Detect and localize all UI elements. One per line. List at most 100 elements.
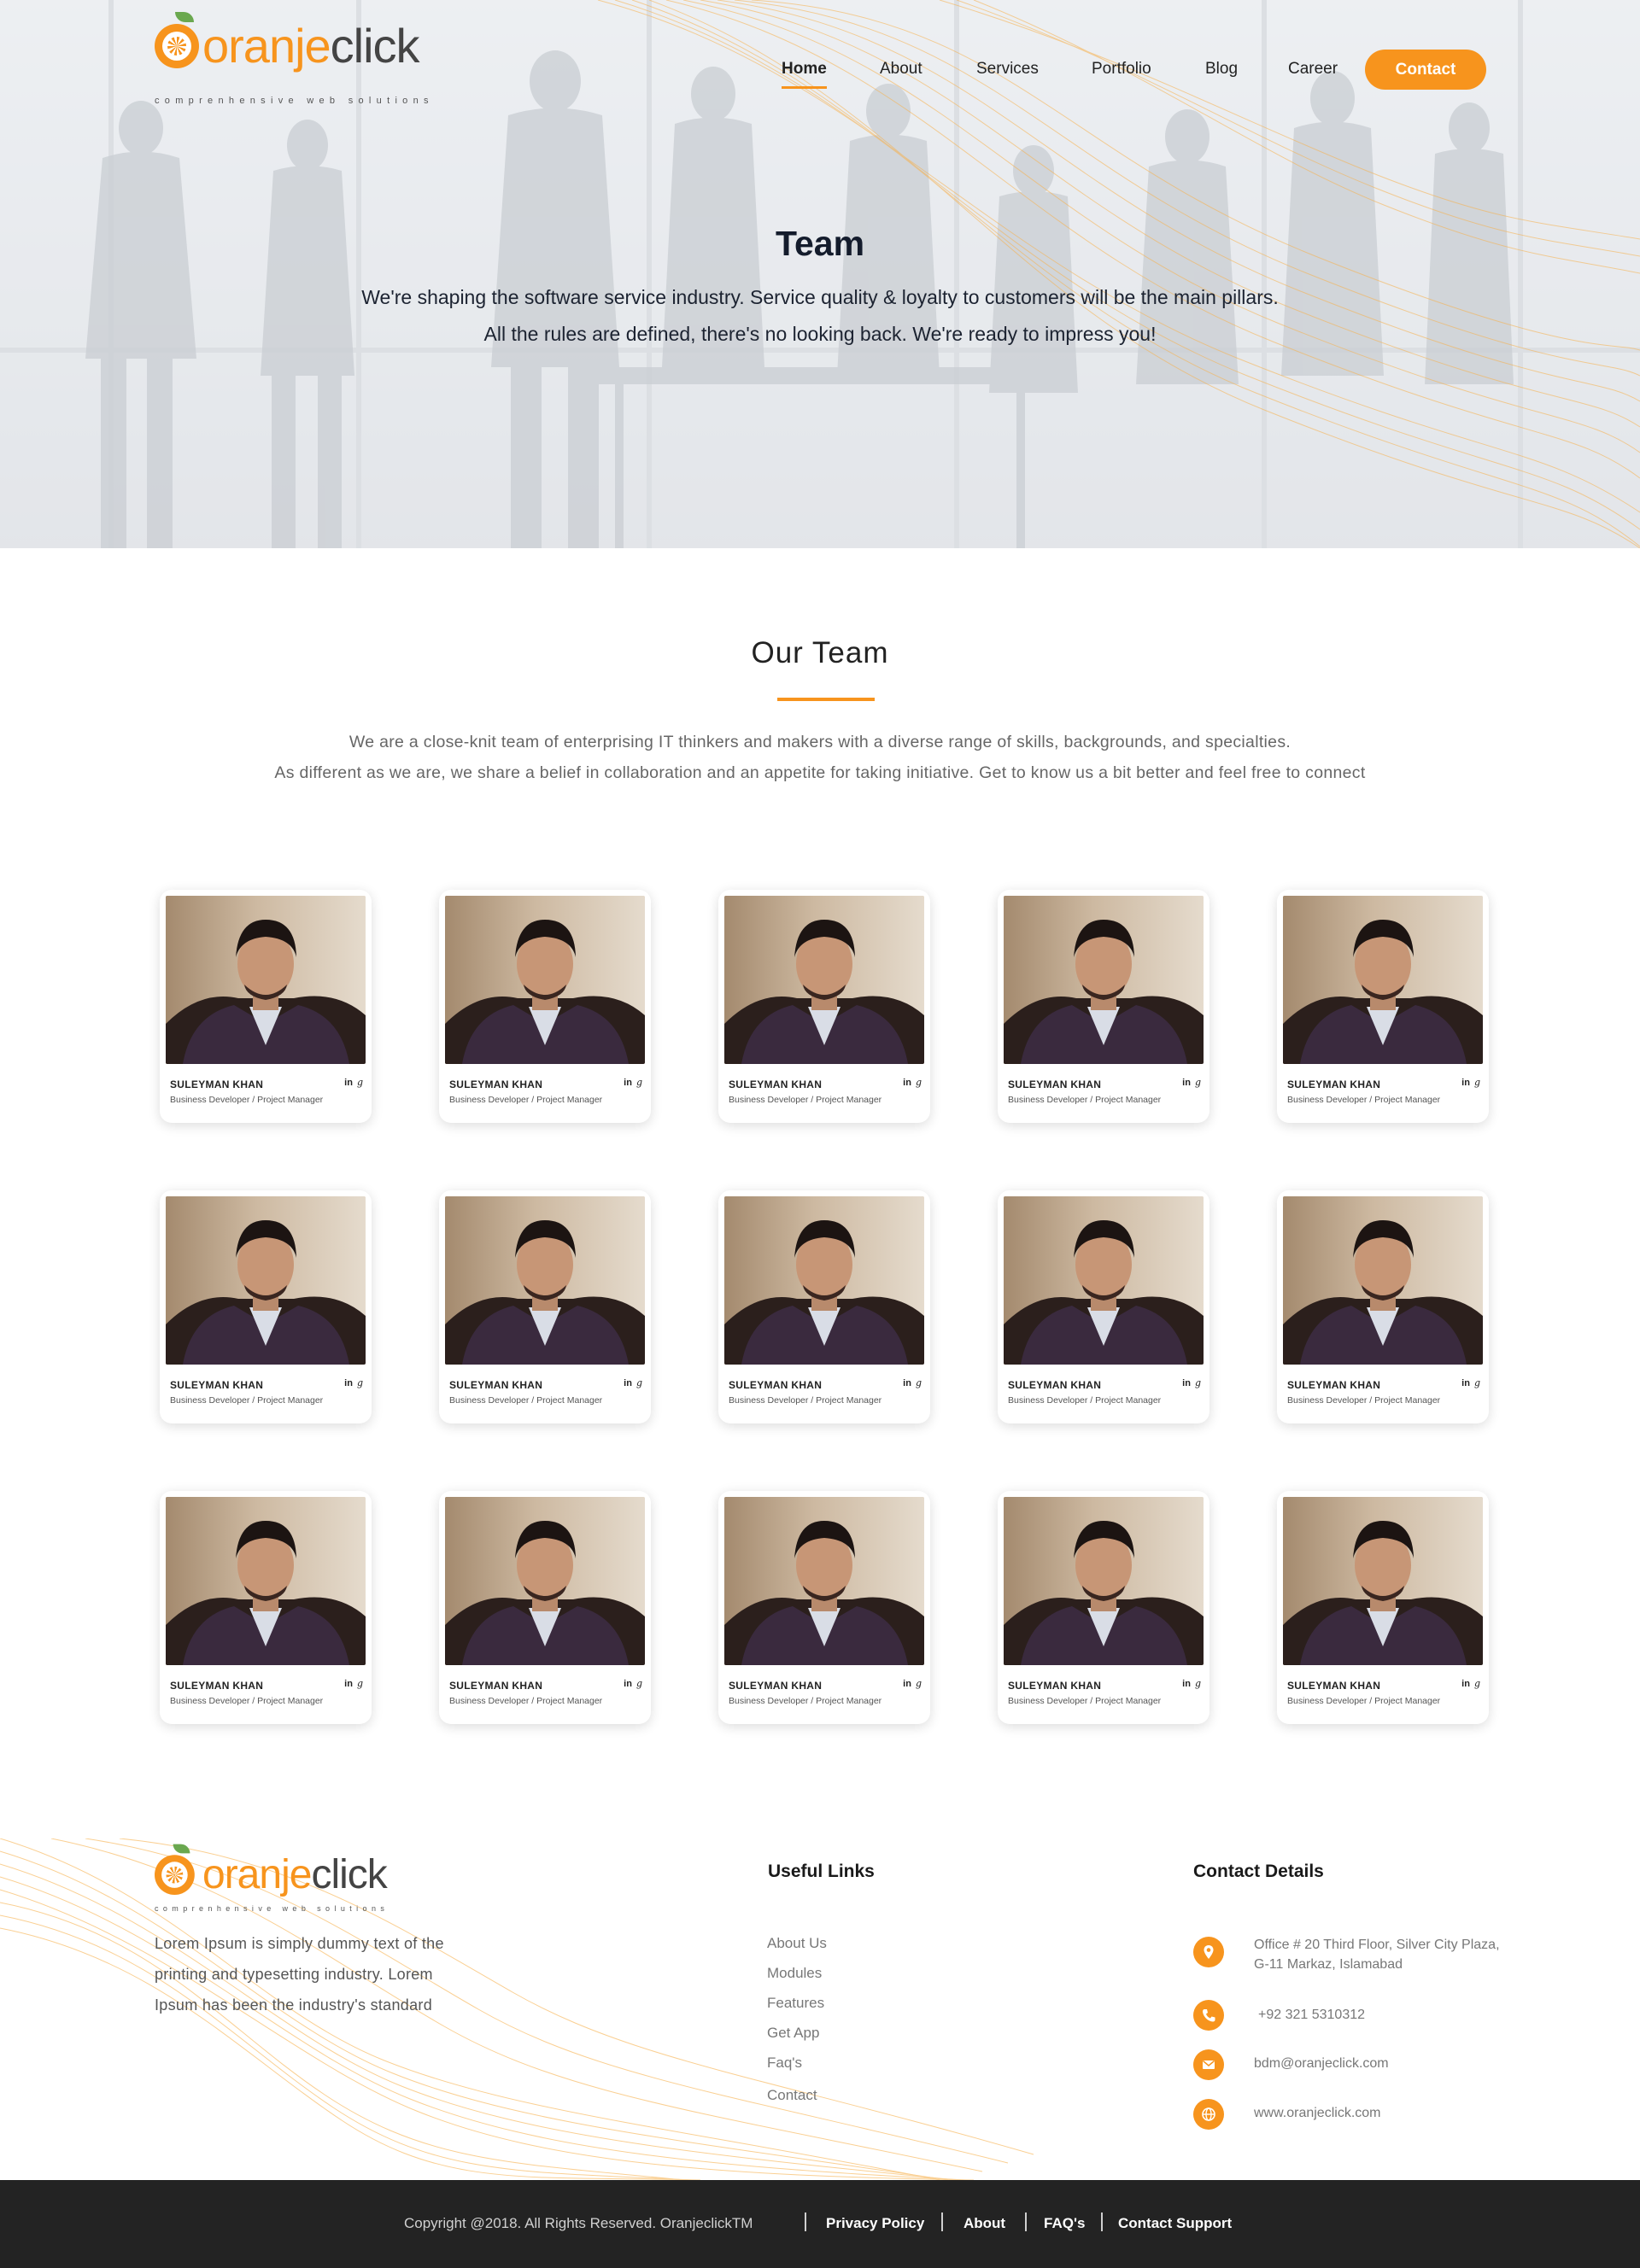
- nav-home[interactable]: Home: [782, 60, 827, 89]
- member-name: SULEYMAN KHAN: [1287, 1680, 1381, 1692]
- contact-button[interactable]: Contact: [1365, 50, 1486, 90]
- brand-logo[interactable]: oranjeclick comprenhensive web solutions: [155, 12, 429, 106]
- team-member-card[interactable]: SULEYMAN KHAN Business Developer / Projec…: [998, 890, 1210, 1123]
- member-photo-frame: [166, 896, 366, 1064]
- team-member-card[interactable]: SULEYMAN KHAN Business Developer / Projec…: [160, 890, 372, 1123]
- nav-blog[interactable]: Blog: [1205, 60, 1238, 79]
- nav-about[interactable]: About: [880, 60, 922, 79]
- google-icon[interactable]: g: [916, 1077, 922, 1088]
- section-description-line2: As different as we are, we share a belie…: [274, 763, 1366, 782]
- divider: [1025, 2212, 1027, 2231]
- member-name: SULEYMAN KHAN: [449, 1379, 543, 1391]
- brand-name-gray: click: [330, 19, 420, 73]
- member-photo: [1004, 1196, 1204, 1365]
- divider: [941, 2212, 943, 2231]
- linkedin-icon[interactable]: in: [1461, 1078, 1470, 1088]
- footer-link-modules[interactable]: Modules: [767, 1965, 822, 1982]
- member-role: Business Developer / Project Manager: [1008, 1696, 1162, 1706]
- linkedin-icon[interactable]: in: [1461, 1679, 1470, 1689]
- member-role: Business Developer / Project Manager: [729, 1395, 882, 1406]
- linkedin-icon[interactable]: in: [344, 1679, 353, 1689]
- bottom-link-privacy-policy[interactable]: Privacy Policy: [826, 2215, 924, 2232]
- linkedin-icon[interactable]: in: [903, 1078, 911, 1088]
- member-role: Business Developer / Project Manager: [1008, 1395, 1162, 1406]
- phone-icon: [1193, 2000, 1224, 2031]
- google-icon[interactable]: g: [916, 1377, 922, 1388]
- team-member-card[interactable]: SULEYMAN KHAN Business Developer / Projec…: [439, 1190, 651, 1423]
- member-name: SULEYMAN KHAN: [449, 1680, 543, 1692]
- google-icon[interactable]: g: [1474, 1678, 1480, 1689]
- footer-link-contact[interactable]: Contact: [767, 2087, 817, 2104]
- contact-website[interactable]: www.oranjeclick.com: [1254, 2103, 1380, 2123]
- team-member-card[interactable]: SULEYMAN KHAN Business Developer / Projec…: [1277, 1491, 1489, 1724]
- google-icon[interactable]: g: [636, 1377, 642, 1388]
- member-photo: [166, 1497, 366, 1665]
- contact-address: Office # 20 Third Floor, Silver City Pla…: [1254, 1935, 1500, 1974]
- linkedin-icon[interactable]: in: [624, 1078, 632, 1088]
- footer-about-text: Lorem Ipsum is simply dummy text of the …: [155, 1935, 444, 2014]
- linkedin-icon[interactable]: in: [1182, 1078, 1191, 1088]
- footer-logo[interactable]: oranjeclick comprenhensive web solutions: [155, 1844, 388, 1913]
- member-name: SULEYMAN KHAN: [449, 1078, 543, 1090]
- nav-career[interactable]: Career: [1288, 60, 1338, 79]
- member-role: Business Developer / Project Manager: [449, 1095, 603, 1105]
- bottom-link-contact-support[interactable]: Contact Support: [1118, 2215, 1232, 2232]
- google-icon[interactable]: g: [916, 1678, 922, 1689]
- linkedin-icon[interactable]: in: [1461, 1378, 1470, 1388]
- footer-brand-name-gray: click: [311, 1852, 387, 1897]
- google-icon[interactable]: g: [1195, 1077, 1201, 1088]
- team-member-card[interactable]: SULEYMAN KHAN Business Developer / Projec…: [160, 1491, 372, 1724]
- team-member-card[interactable]: SULEYMAN KHAN Business Developer / Projec…: [439, 890, 651, 1123]
- team-member-card[interactable]: SULEYMAN KHAN Business Developer / Projec…: [718, 1491, 930, 1724]
- contact-email[interactable]: bdm@oranjeclick.com: [1254, 2054, 1389, 2073]
- linkedin-icon[interactable]: in: [903, 1679, 911, 1689]
- team-member-card[interactable]: SULEYMAN KHAN Business Developer / Projec…: [160, 1190, 372, 1423]
- member-photo-frame: [1004, 1497, 1204, 1665]
- team-member-card[interactable]: SULEYMAN KHAN Business Developer / Projec…: [439, 1491, 651, 1724]
- google-icon[interactable]: g: [636, 1678, 642, 1689]
- google-icon[interactable]: g: [1195, 1377, 1201, 1388]
- team-member-card[interactable]: SULEYMAN KHAN Business Developer / Projec…: [1277, 1190, 1489, 1423]
- footer-link-faqs[interactable]: Faq's: [767, 2055, 802, 2072]
- google-icon[interactable]: g: [1474, 1077, 1480, 1088]
- member-role: Business Developer / Project Manager: [729, 1095, 882, 1105]
- linkedin-icon[interactable]: in: [903, 1378, 911, 1388]
- google-icon[interactable]: g: [636, 1077, 642, 1088]
- google-icon[interactable]: g: [357, 1077, 363, 1088]
- nav-portfolio[interactable]: Portfolio: [1092, 60, 1151, 79]
- team-member-card[interactable]: SULEYMAN KHAN Business Developer / Projec…: [718, 1190, 930, 1423]
- team-member-card[interactable]: SULEYMAN KHAN Business Developer / Projec…: [998, 1190, 1210, 1423]
- bottom-link-faqs[interactable]: FAQ's: [1044, 2215, 1085, 2232]
- member-role: Business Developer / Project Manager: [170, 1095, 324, 1105]
- team-member-card[interactable]: SULEYMAN KHAN Business Developer / Projec…: [1277, 890, 1489, 1123]
- member-social-links: in g: [1182, 1077, 1201, 1088]
- nav-services[interactable]: Services: [976, 60, 1039, 79]
- linkedin-icon[interactable]: in: [1182, 1679, 1191, 1689]
- linkedin-icon[interactable]: in: [624, 1679, 632, 1689]
- google-icon[interactable]: g: [1195, 1678, 1201, 1689]
- contact-phone[interactable]: +92 321 5310312: [1258, 2005, 1365, 2025]
- google-icon[interactable]: g: [357, 1678, 363, 1689]
- member-photo-frame: [724, 1497, 924, 1665]
- section-description-line1: We are a close-knit team of enterprising…: [348, 733, 1292, 751]
- footer-link-get-app[interactable]: Get App: [767, 2025, 819, 2042]
- linkedin-icon[interactable]: in: [1182, 1378, 1191, 1388]
- member-photo: [1283, 1196, 1483, 1365]
- google-icon[interactable]: g: [1474, 1377, 1480, 1388]
- footer-link-about-us[interactable]: About Us: [767, 1935, 827, 1952]
- member-role: Business Developer / Project Manager: [729, 1696, 882, 1706]
- member-social-links: in g: [624, 1377, 642, 1388]
- member-name: SULEYMAN KHAN: [1008, 1379, 1102, 1391]
- footer-link-features[interactable]: Features: [767, 1995, 824, 2012]
- member-photo: [1004, 896, 1204, 1064]
- member-photo-frame: [445, 896, 645, 1064]
- team-member-card[interactable]: SULEYMAN KHAN Business Developer / Projec…: [718, 890, 930, 1123]
- linkedin-icon[interactable]: in: [344, 1378, 353, 1388]
- linkedin-icon[interactable]: in: [624, 1378, 632, 1388]
- linkedin-icon[interactable]: in: [344, 1078, 353, 1088]
- team-member-card[interactable]: SULEYMAN KHAN Business Developer / Projec…: [998, 1491, 1210, 1724]
- bottom-link-about[interactable]: About: [964, 2215, 1005, 2232]
- member-role: Business Developer / Project Manager: [449, 1395, 603, 1406]
- location-icon: [1193, 1937, 1224, 1967]
- google-icon[interactable]: g: [357, 1377, 363, 1388]
